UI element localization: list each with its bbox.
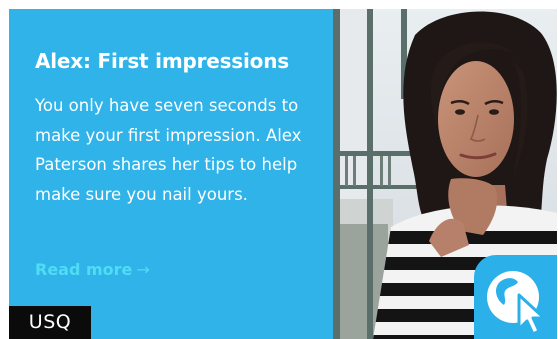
video-card[interactable]: Alex: First impressions You only have se… — [9, 9, 557, 339]
card-title: Alex: First impressions — [35, 49, 289, 73]
globe-cursor-icon — [487, 271, 546, 336]
web-link-button[interactable] — [474, 255, 557, 339]
read-more-label: Read more — [35, 260, 133, 279]
usq-badge: USQ — [9, 306, 91, 339]
card-description: You only have seven seconds to make your… — [35, 96, 302, 204]
text-panel: Alex: First impressions You only have se… — [9, 9, 333, 339]
arrow-right-icon: → — [136, 260, 150, 279]
read-more-link[interactable]: Read more → — [35, 260, 150, 279]
